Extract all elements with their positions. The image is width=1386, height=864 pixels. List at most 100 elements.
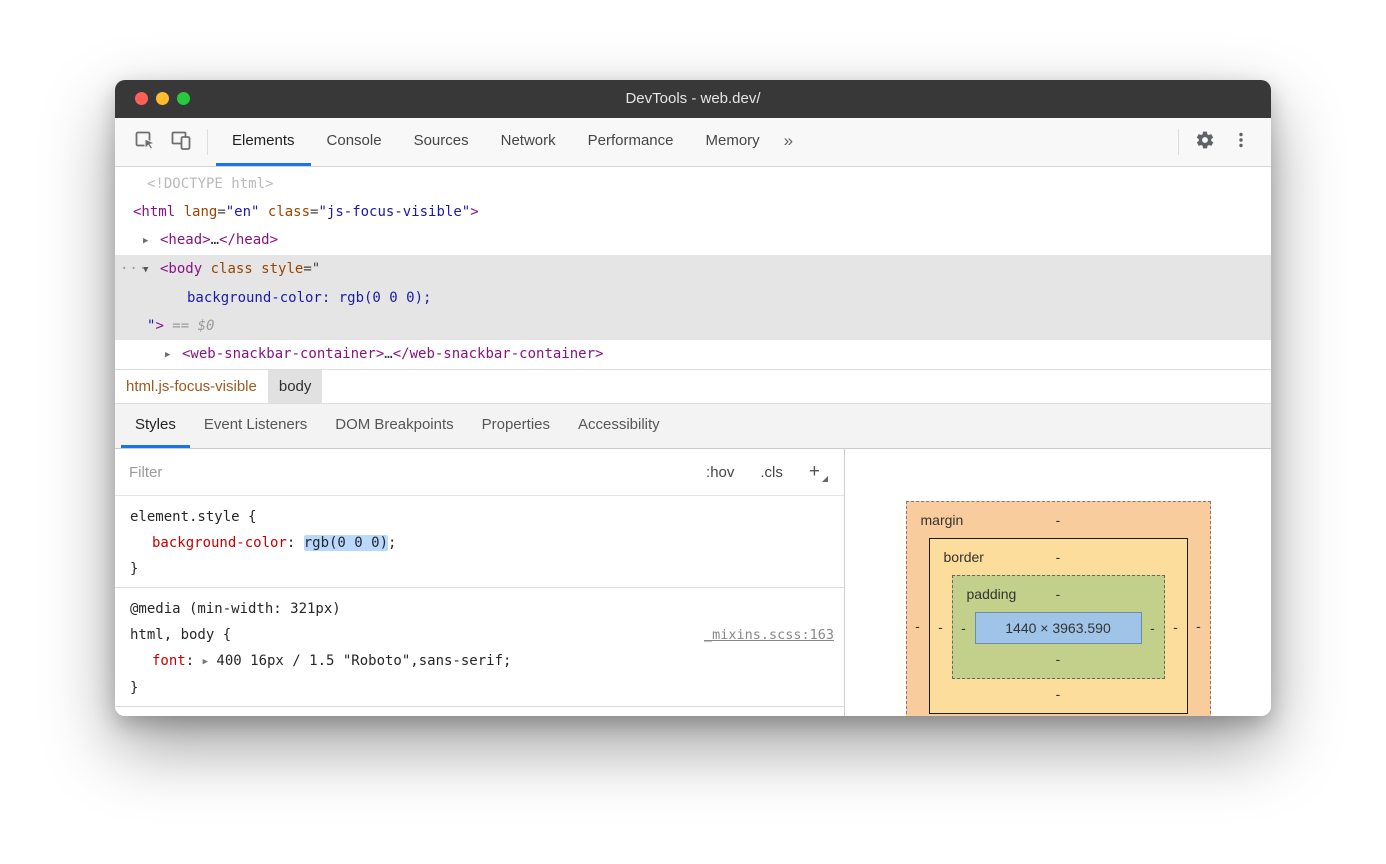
padding-bottom-row: - (953, 644, 1164, 678)
breadcrumb-html[interactable]: html.js-focus-visible (115, 370, 268, 403)
box-model-content-size[interactable]: 1440 × 3963.590 (975, 612, 1142, 644)
tab-styles[interactable]: Styles (121, 404, 190, 448)
box-model-margin[interactable]: margin- - border - - padding- - (906, 501, 1211, 716)
css-rules-list: element.style { background-color: rgb(0 … (115, 496, 844, 716)
html-open-tag: <html (133, 204, 175, 220)
media-query-line[interactable]: @media (min-width: 321px) (115, 596, 844, 622)
equals-hint: == (172, 318, 197, 334)
node-options-icon[interactable]: ··· (120, 255, 148, 283)
dollar-zero-badge: $0 (198, 318, 215, 334)
tab-sources[interactable]: Sources (398, 118, 485, 166)
padding-top-value[interactable]: - (1056, 586, 1061, 602)
padding-top-row: padding- (953, 576, 1164, 612)
dom-node-doctype[interactable]: <!DOCTYPE html> (115, 170, 1271, 198)
css-property-value[interactable]: 400 16px / 1.5 "Roboto",sans-serif; (208, 653, 511, 669)
doctype-text: <!DOCTYPE html> (147, 176, 273, 192)
css-declaration[interactable]: background-color: rgb(0 0 0); (115, 530, 844, 556)
border-top-row: border - (930, 539, 1187, 575)
css-property-value-highlighted[interactable]: rgb(0 0 0) (304, 535, 388, 551)
expand-arrow-icon[interactable]: ▶ (165, 341, 182, 369)
border-bottom-row: - (930, 679, 1187, 713)
dom-body-inline-style[interactable]: background-color: rgb(0 0 0); (115, 284, 1271, 312)
tab-accessibility[interactable]: Accessibility (564, 404, 674, 448)
dom-node-html[interactable]: <html lang="en" class="js-focus-visible"… (115, 198, 1271, 226)
snackbar-open-tag: <web-snackbar-container> (182, 346, 384, 362)
border-bottom-value[interactable]: - (1056, 686, 1061, 702)
styles-split-view: :hov .cls + element.style { background-c… (115, 449, 1271, 716)
selector-text: html, body { (130, 627, 231, 643)
toggle-pseudo-class-button[interactable]: :hov (706, 464, 734, 481)
body-attr-class: class (202, 261, 253, 277)
box-model-padding[interactable]: padding- - 1440 × 3963.590 - - (952, 575, 1165, 679)
window-title: DevTools - web.dev/ (115, 80, 1271, 118)
more-tabs-button[interactable]: » (776, 118, 801, 166)
new-style-rule-button[interactable]: + (809, 461, 820, 483)
stylesheet-source-link[interactable]: _mixins.scss:163 (704, 622, 834, 648)
inspect-element-button[interactable] (127, 118, 163, 166)
styles-filter-input[interactable] (129, 464, 680, 481)
bracket-close: > (155, 318, 172, 334)
padding-right-value[interactable]: - (1142, 620, 1164, 636)
breadcrumb-body[interactable]: body (268, 370, 323, 403)
border-top-value[interactable]: - (1056, 549, 1061, 565)
css-rule-media-341-clipped: @media (min-width: 341px) (115, 706, 844, 716)
dom-node-head[interactable]: ▶<head>…</head> (115, 226, 1271, 255)
toolbar-right-group (1170, 118, 1259, 166)
css-declaration[interactable]: font: ▶ 400 16px / 1.5 "Roboto",sans-ser… (115, 648, 844, 675)
margin-right-value[interactable]: - (1188, 618, 1210, 634)
box-model-diagram: margin- - border - - padding- - (906, 501, 1211, 716)
minimize-window-button[interactable] (156, 92, 169, 105)
close-window-button[interactable] (135, 92, 148, 105)
styles-pane: :hov .cls + element.style { background-c… (115, 449, 845, 716)
dom-node-snackbar[interactable]: ▶<web-snackbar-container>…</web-snackbar… (115, 340, 1271, 369)
settings-button[interactable] (1187, 118, 1223, 166)
dom-node-body[interactable]: ···▼<body class style=" (115, 255, 1271, 284)
margin-top-row: margin- (907, 502, 1210, 538)
expand-arrow-icon[interactable]: ▶ (143, 227, 160, 255)
body-open-tag: <body (160, 261, 202, 277)
property-separator: : (186, 653, 203, 669)
panel-tabs: Elements Console Sources Network Perform… (216, 118, 801, 166)
rule-selector-line[interactable]: element.style { (115, 504, 844, 530)
tab-dom-breakpoints[interactable]: DOM Breakpoints (321, 404, 467, 448)
snackbar-close-tag: </web-snackbar-container> (393, 346, 604, 362)
padding-left-value[interactable]: - (953, 620, 975, 636)
main-menu-button[interactable] (1223, 118, 1259, 166)
window-titlebar: DevTools - web.dev/ (115, 80, 1271, 118)
border-left-value[interactable]: - (930, 619, 952, 635)
attr-lang-value: "en" (226, 204, 260, 220)
border-label: border (944, 539, 984, 575)
semicolon: ; (388, 535, 396, 551)
rule-selector-line[interactable]: html, body { _mixins.scss:163 (115, 622, 844, 648)
tab-network[interactable]: Network (485, 118, 572, 166)
media-query-line[interactable]: @media (min-width: 341px) (115, 715, 844, 716)
box-model-border[interactable]: border - - padding- - 1440 × 3963.590 - (929, 538, 1188, 714)
sidebar-tabs: Styles Event Listeners DOM Breakpoints P… (115, 404, 1271, 449)
collapsed-ellipsis: … (211, 232, 219, 248)
styles-filter-bar: :hov .cls + (115, 449, 844, 496)
attr-class: class (259, 204, 310, 220)
devtools-window: DevTools - web.dev/ Elements Console (115, 80, 1271, 716)
tab-performance[interactable]: Performance (572, 118, 690, 166)
media-query-text: @media (min-width: 321px) (130, 601, 341, 617)
equals-quote: =" (303, 261, 320, 277)
device-toolbar-button[interactable] (163, 118, 199, 166)
border-right-value[interactable]: - (1165, 619, 1187, 635)
margin-left-value[interactable]: - (907, 618, 929, 634)
zoom-window-button[interactable] (177, 92, 190, 105)
body-attr-style: style (253, 261, 304, 277)
tab-memory[interactable]: Memory (690, 118, 776, 166)
tab-console[interactable]: Console (311, 118, 398, 166)
tab-properties[interactable]: Properties (468, 404, 564, 448)
margin-top-value[interactable]: - (1056, 512, 1061, 528)
attr-lang: lang (175, 204, 217, 220)
toggle-element-classes-button[interactable]: .cls (760, 464, 783, 481)
dom-body-open-end[interactable]: "> == $0 (115, 312, 1271, 340)
rule-closing-brace: } (115, 675, 844, 701)
toolbar-separator (207, 129, 208, 155)
tab-elements[interactable]: Elements (216, 118, 311, 166)
tab-event-listeners[interactable]: Event Listeners (190, 404, 321, 448)
css-property-name[interactable]: background-color (152, 535, 287, 551)
padding-bottom-value[interactable]: - (1056, 651, 1061, 667)
css-property-name[interactable]: font (152, 653, 186, 669)
